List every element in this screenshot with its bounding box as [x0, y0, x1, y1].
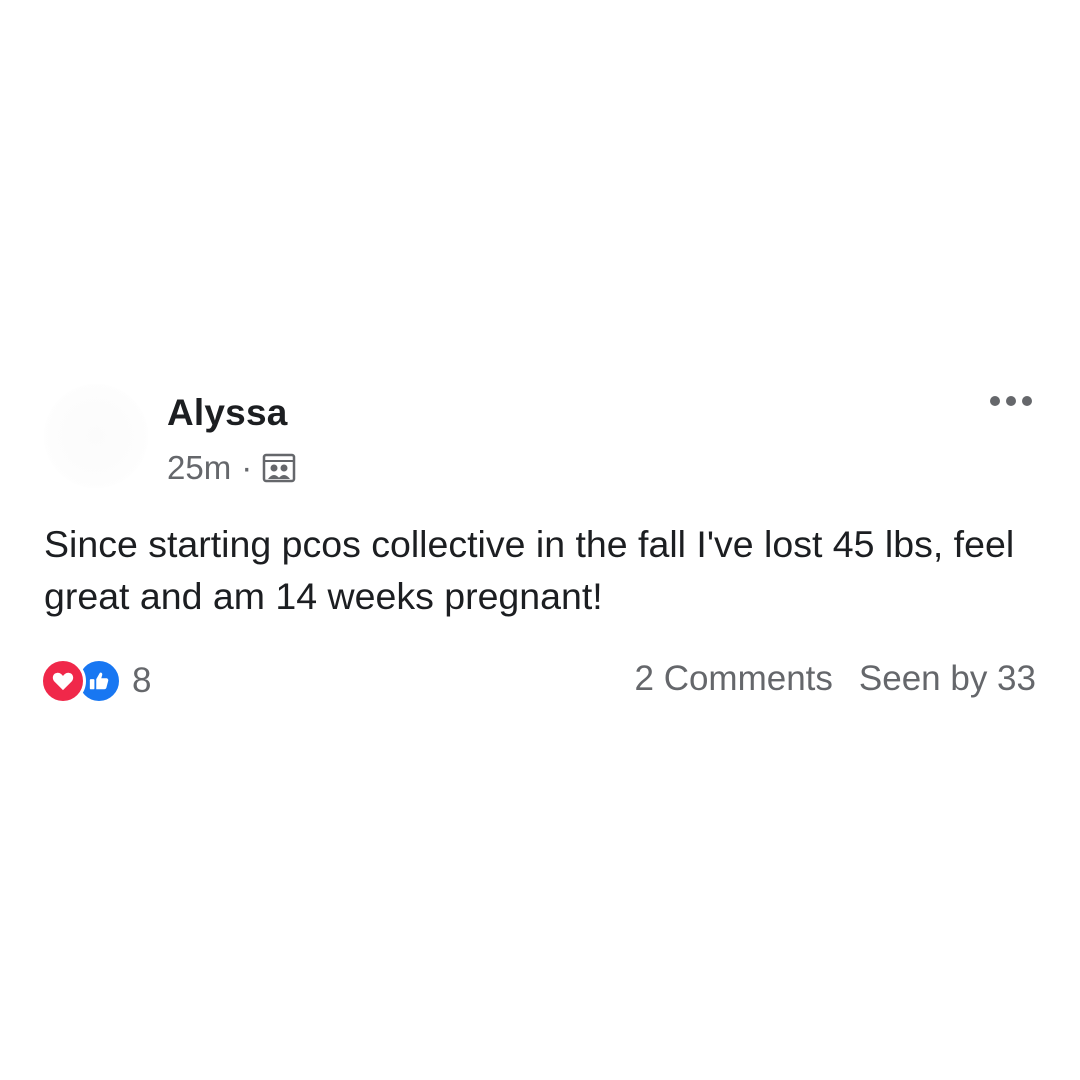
- love-reaction-icon: [40, 658, 86, 704]
- dot: [1006, 396, 1016, 406]
- meta-separator: ·: [241, 449, 253, 486]
- reactions-summary[interactable]: 8: [40, 658, 151, 704]
- post-stats: 2 Comments Seen by 33: [635, 659, 1037, 699]
- post-meta: 25m ·: [167, 449, 296, 487]
- post-card: Alyssa 25m · Since starting pcos collect…: [0, 0, 1080, 1080]
- post-text: Since starting pcos collective in the fa…: [44, 523, 1015, 617]
- dot: [1022, 396, 1032, 406]
- timestamp[interactable]: 25m: [167, 449, 231, 487]
- group-members-icon[interactable]: [262, 453, 296, 483]
- reaction-count: 8: [132, 661, 152, 700]
- more-options-icon[interactable]: [990, 396, 1032, 406]
- dot: [990, 396, 1000, 406]
- avatar[interactable]: [44, 384, 148, 488]
- comments-count-link[interactable]: 2 Comments: [635, 659, 833, 699]
- seen-by-link[interactable]: Seen by 33: [859, 659, 1036, 699]
- author-name[interactable]: Alyssa: [167, 392, 288, 434]
